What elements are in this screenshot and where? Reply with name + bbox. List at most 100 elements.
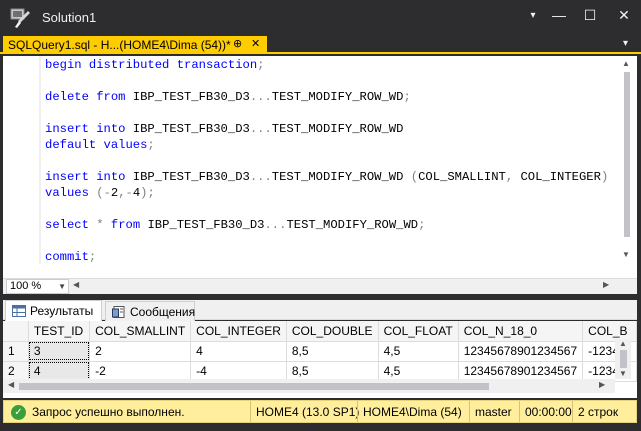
pin-icon[interactable]: ⊕ xyxy=(233,37,242,50)
editor-zoom-bar: 100 % ▼ ◀ ▶ xyxy=(3,278,637,294)
zoom-select[interactable]: 100 % ▼ xyxy=(6,279,69,294)
grid-cell[interactable]: 8,5 xyxy=(286,341,379,362)
sql-operator: ) xyxy=(600,170,609,184)
tab-label: SQLQuery1.sql - H...(HOME4\Dima (54))* xyxy=(8,38,231,52)
sql-identifier xyxy=(82,58,89,72)
table-row[interactable]: 2 4 -2 -4 8,5 4,5 12345678901234567 -12345 xyxy=(3,361,637,382)
scroll-thumb[interactable] xyxy=(624,72,630,237)
grid-header-row: TEST_ID COL_SMALLINT COL_INTEGER COL_DOUBLE… xyxy=(3,321,637,342)
sql-operator: ( xyxy=(410,170,419,184)
grid-horizontal-scrollbar[interactable]: ◀ ▶ xyxy=(3,379,615,393)
tab-sqlquery1[interactable]: SQLQuery1.sql - H...(HOME4\Dima (54))* ⊕… xyxy=(3,36,267,54)
column-header[interactable]: COL_SMALLINT xyxy=(89,321,192,342)
sql-identifier: COL_SMALLINT xyxy=(418,170,506,184)
grid-corner-cell[interactable] xyxy=(3,321,29,342)
sql-keyword: into xyxy=(96,122,126,136)
sql-keyword: values xyxy=(103,138,148,152)
sql-operator: ; xyxy=(418,218,426,232)
grid-cell[interactable]: -4 xyxy=(190,361,287,382)
ssms-app-icon xyxy=(10,8,30,28)
code-line[interactable]: begin distributed transaction; xyxy=(45,56,615,72)
sql-keyword: distributed xyxy=(88,58,170,72)
grid-cell[interactable]: -2 xyxy=(89,361,192,382)
sql-identifier: TEST_MODIFY_ROW_WD xyxy=(271,90,404,104)
sql-identifier: TEST_MODIFY_ROW_WD xyxy=(286,218,419,232)
tab-results-label: Результаты xyxy=(30,304,94,318)
code-line[interactable]: insert into IBP_TEST_FB30_D3...TEST_MODI… xyxy=(45,120,615,136)
code-line[interactable]: values (-2,-4); xyxy=(45,184,615,200)
grid-cell[interactable]: 3 xyxy=(28,341,91,362)
minimize-button[interactable]: — xyxy=(542,0,576,30)
code-line[interactable]: insert into IBP_TEST_FB30_D3...TEST_MODI… xyxy=(45,168,615,184)
scroll-down-icon[interactable]: ▼ xyxy=(619,369,627,378)
scroll-thumb[interactable] xyxy=(19,383,489,390)
scroll-right-icon[interactable]: ▶ xyxy=(603,280,609,289)
query-status-bar: ✓ Запрос успешно выполнен. HOME4 (13.0 S… xyxy=(3,400,637,423)
grid-cell[interactable]: 12345678901234567 xyxy=(458,361,584,382)
column-header[interactable]: TEST_ID xyxy=(28,321,91,342)
tab-messages-label: Сообщения xyxy=(130,305,196,319)
sql-operator: ... xyxy=(249,122,272,136)
table-row[interactable]: 1 3 2 4 8,5 4,5 12345678901234567 -12345 xyxy=(3,341,637,362)
grid-cell[interactable]: 4 xyxy=(190,341,287,362)
scroll-down-icon[interactable]: ▼ xyxy=(622,250,630,259)
column-header[interactable]: COL_DOUBLE xyxy=(286,321,379,342)
column-header[interactable]: COL_INTEGER xyxy=(190,321,287,342)
tab-results[interactable]: Результаты xyxy=(5,300,102,321)
sql-keyword: insert xyxy=(45,122,89,136)
tab-messages[interactable]: Сообщения xyxy=(105,301,195,322)
code-line[interactable] xyxy=(45,232,615,248)
sql-keyword: into xyxy=(96,170,126,184)
query-editor[interactable]: begin distributed transaction; delete fro… xyxy=(3,56,637,279)
grid-cell[interactable]: 8,5 xyxy=(286,361,379,382)
window-title: Solution1 xyxy=(42,10,97,25)
column-header[interactable]: COL_N_18_0 xyxy=(458,321,584,342)
code-line[interactable]: delete from IBP_TEST_FB30_D3...TEST_MODI… xyxy=(45,88,615,104)
row-number-cell[interactable]: 1 xyxy=(3,341,29,362)
scroll-left-icon[interactable]: ◀ xyxy=(73,280,79,289)
grid-cell[interactable]: 4,5 xyxy=(378,341,459,362)
grid-cell[interactable]: 4,5 xyxy=(378,361,459,382)
sql-identifier: COL_INTEGER xyxy=(513,170,601,184)
status-server: HOME4 (13.0 SP1) xyxy=(250,401,364,422)
grid-icon xyxy=(12,305,26,317)
sql-code[interactable]: begin distributed transaction; delete fro… xyxy=(45,56,615,264)
messages-icon xyxy=(112,306,125,318)
scroll-up-icon[interactable]: ▲ xyxy=(619,339,627,348)
close-button[interactable]: ✕ xyxy=(607,0,641,30)
maximize-button[interactable]: ☐ xyxy=(573,0,607,30)
sql-keyword: from xyxy=(110,218,141,232)
grid-cell[interactable]: 12345678901234567 xyxy=(458,341,584,362)
success-check-icon: ✓ xyxy=(11,405,26,420)
row-number-cell[interactable]: 2 xyxy=(3,361,29,382)
grid-cell[interactable]: 2 xyxy=(89,341,192,362)
code-line[interactable]: select * from IBP_TEST_FB30_D3...TEST_MO… xyxy=(45,216,615,232)
scroll-right-icon[interactable]: ▶ xyxy=(599,380,605,389)
code-line[interactable] xyxy=(45,104,615,120)
sql-keyword: from xyxy=(96,90,126,104)
scroll-thumb[interactable] xyxy=(620,350,627,368)
sql-operator: ... xyxy=(249,170,272,184)
code-line[interactable] xyxy=(45,152,615,168)
grid-vertical-scrollbar[interactable]: ▲ ▼ xyxy=(615,339,631,379)
document-tab-strip: SQLQuery1.sql - H...(HOME4\Dima (54))* ⊕… xyxy=(0,36,641,54)
tab-close-icon[interactable]: ✕ xyxy=(251,37,260,50)
sql-operator: ,- xyxy=(118,186,133,200)
results-grid[interactable]: TEST_ID COL_SMALLINT COL_INTEGER COL_DOUBLE… xyxy=(3,321,637,398)
code-line[interactable] xyxy=(45,72,615,88)
code-line[interactable]: default values; xyxy=(45,136,615,152)
tab-list-dropdown-icon[interactable]: ▾ xyxy=(623,38,628,49)
sql-keyword: values xyxy=(45,186,89,200)
scroll-left-icon[interactable]: ◀ xyxy=(8,380,14,389)
scroll-up-icon[interactable]: ▲ xyxy=(622,59,630,68)
sql-identifier xyxy=(104,218,111,232)
sql-operator: ... xyxy=(249,90,272,104)
code-line[interactable] xyxy=(45,200,615,216)
column-header[interactable]: COL_B xyxy=(582,321,637,342)
editor-vertical-scrollbar[interactable]: ▲ ▼ xyxy=(617,56,637,264)
column-header[interactable]: COL_FLOAT xyxy=(378,321,459,342)
sql-identifier: TEST_MODIFY_ROW_WD xyxy=(271,122,404,136)
grid-cell[interactable]: 4 xyxy=(28,361,91,382)
window-bottom-edge xyxy=(0,425,641,431)
code-line[interactable]: commit; xyxy=(45,248,615,264)
